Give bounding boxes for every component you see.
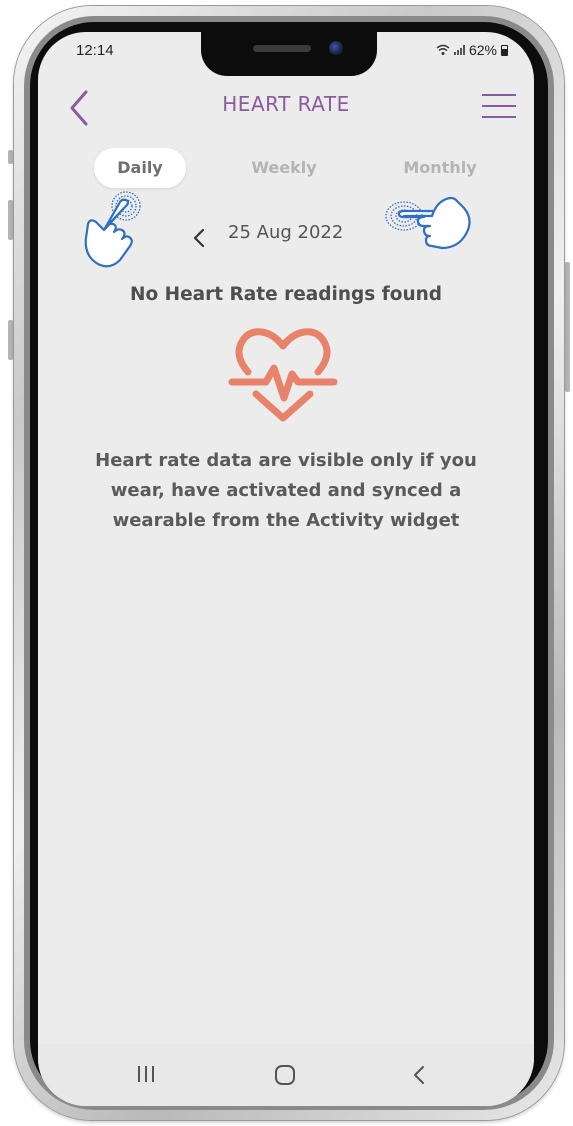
earpiece-speaker bbox=[253, 45, 311, 52]
status-time: 12:14 bbox=[76, 42, 114, 59]
power-button bbox=[565, 262, 570, 392]
volume-down-button bbox=[8, 320, 13, 360]
battery-icon bbox=[501, 44, 508, 56]
tab-monthly[interactable]: Monthly bbox=[390, 148, 490, 188]
camera-notch bbox=[201, 32, 377, 76]
home-button[interactable] bbox=[273, 1064, 297, 1086]
tab-weekly[interactable]: Weekly bbox=[234, 148, 334, 188]
current-date: 25 Aug 2022 bbox=[228, 222, 344, 243]
empty-state-message: Heart rate data are visible only if you … bbox=[95, 450, 477, 531]
status-indicators: 62% bbox=[436, 42, 508, 58]
swipe-gesture-hand-icon bbox=[385, 196, 471, 250]
tap-gesture-hand-icon bbox=[84, 191, 141, 268]
recent-apps-button[interactable] bbox=[134, 1064, 158, 1084]
system-navigation-bar bbox=[38, 1044, 534, 1106]
tab-daily[interactable]: Daily bbox=[94, 148, 186, 188]
hamburger-menu-icon bbox=[482, 94, 516, 96]
heart-pulse-icon bbox=[228, 328, 338, 422]
side-button bbox=[8, 150, 13, 164]
front-camera bbox=[329, 41, 343, 55]
previous-date-button[interactable] bbox=[186, 220, 214, 256]
app-screen: 12:14 62% HEART RATE Daily Weekly Monthl… bbox=[38, 32, 534, 1106]
volume-up-button bbox=[8, 200, 13, 240]
system-back-button[interactable] bbox=[410, 1064, 428, 1086]
wifi-icon bbox=[436, 44, 450, 55]
menu-button[interactable] bbox=[482, 94, 516, 120]
battery-percent: 62% bbox=[468, 42, 497, 58]
screenshot: 12:14 62% HEART RATE Daily Weekly Monthl… bbox=[0, 0, 573, 1126]
page-title: HEART RATE bbox=[222, 92, 350, 116]
signal-icon bbox=[453, 45, 465, 55]
empty-state-title: No Heart Rate readings found bbox=[129, 284, 443, 305]
